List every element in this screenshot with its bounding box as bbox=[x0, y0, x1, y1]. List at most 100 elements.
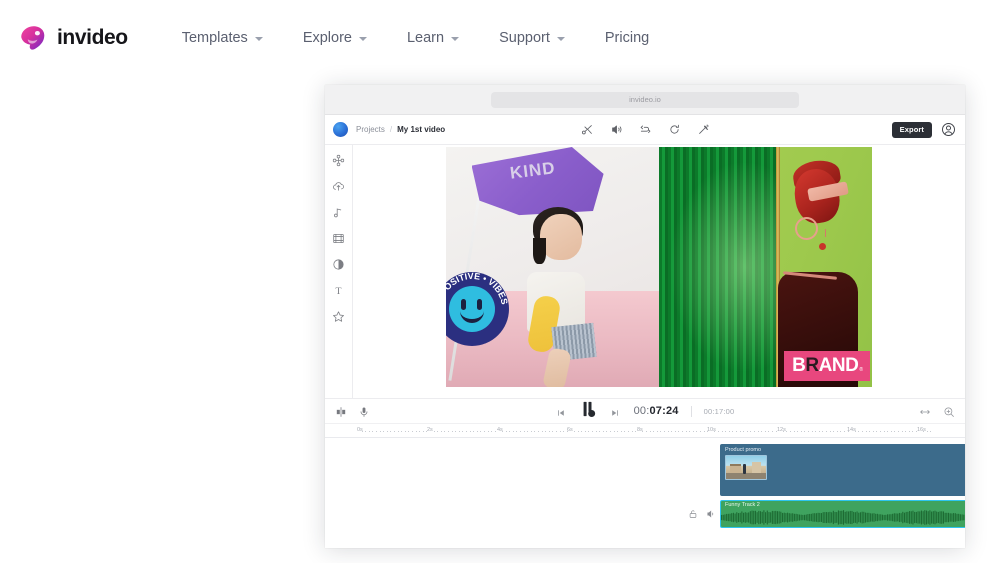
ruler-minor-tick bbox=[908, 431, 910, 432]
chevron-down-icon bbox=[451, 37, 460, 41]
ruler-minor-tick bbox=[782, 431, 784, 432]
ruler-minor-tick bbox=[480, 431, 482, 432]
ruler-minor-tick bbox=[660, 431, 662, 432]
ruler-minor-tick bbox=[584, 431, 586, 432]
ruler-minor-tick bbox=[750, 431, 752, 432]
ruler-minor-tick bbox=[505, 431, 507, 432]
timeline-ruler[interactable]: 0s 2s 4s 6s 8s 10s 12s 14s 16s bbox=[325, 424, 965, 438]
text-icon[interactable]: T bbox=[332, 284, 345, 297]
ruler-minor-tick bbox=[574, 431, 575, 432]
model-hair-side bbox=[533, 238, 547, 265]
audio-waveform bbox=[721, 510, 965, 525]
refresh-icon[interactable] bbox=[668, 123, 681, 136]
ruler-minor-tick bbox=[833, 431, 835, 432]
cloud-upload-icon[interactable] bbox=[332, 180, 345, 193]
ruler-tick-4: 8s bbox=[637, 427, 643, 433]
skip-previous-icon[interactable] bbox=[556, 405, 568, 417]
nav-item-support[interactable]: Support bbox=[479, 24, 585, 52]
browser-chrome: invideo.io bbox=[325, 85, 965, 115]
ruler-minor-tick bbox=[379, 431, 381, 432]
url-bar[interactable]: invideo.io bbox=[491, 91, 799, 108]
ruler-minor-tick bbox=[361, 431, 363, 432]
table-row[interactable]: Funny Track 2 bbox=[720, 500, 965, 528]
brand-logo[interactable]: invideo bbox=[18, 23, 128, 53]
cut-icon[interactable] bbox=[581, 123, 594, 136]
ruler-minor-tick bbox=[628, 431, 629, 432]
breadcrumb-separator: / bbox=[389, 125, 393, 134]
timeline-right-tools bbox=[919, 405, 955, 417]
ruler-tick-7: 14s bbox=[847, 427, 856, 433]
ruler-minor-tick bbox=[563, 431, 565, 432]
track-volume-icon[interactable] bbox=[706, 506, 716, 518]
redo-icon[interactable] bbox=[639, 123, 652, 136]
skip-next-icon[interactable] bbox=[610, 405, 622, 417]
ruler-minor-tick bbox=[822, 431, 824, 432]
voiceover-mic-icon[interactable] bbox=[358, 405, 370, 417]
ruler-minor-tick bbox=[696, 431, 698, 432]
primary-nav: Templates Explore Learn Support Pricing bbox=[162, 24, 669, 52]
ruler-minor-tick bbox=[646, 431, 647, 432]
editor-body: T KIND • POSITIVE • VIBES B R AND ® bbox=[325, 145, 965, 398]
ruler-tick-5: 10s bbox=[707, 427, 716, 433]
ruler-minor-tick bbox=[512, 431, 514, 432]
ruler-minor-tick bbox=[473, 431, 475, 432]
ruler-minor-tick bbox=[880, 431, 881, 432]
ruler-minor-tick bbox=[671, 431, 673, 432]
thumb-road bbox=[726, 473, 766, 479]
transitions-icon[interactable] bbox=[332, 258, 345, 271]
video-clip-label: Product promo bbox=[725, 447, 762, 453]
ruler-minor-tick bbox=[901, 431, 903, 432]
ruler-minor-tick bbox=[523, 431, 525, 432]
ruler-minor-tick bbox=[790, 431, 791, 432]
ruler-minor-tick bbox=[376, 431, 377, 432]
export-button[interactable]: Export bbox=[891, 121, 932, 138]
table-row[interactable]: Product promo bbox=[720, 444, 965, 496]
ruler-tick-8: 16s bbox=[917, 427, 926, 433]
ruler-minor-tick bbox=[426, 431, 428, 432]
video-preview-canvas[interactable]: KIND • POSITIVE • VIBES B R AND ® bbox=[446, 147, 872, 387]
ruler-minor-tick bbox=[577, 431, 579, 432]
music-icon[interactable] bbox=[332, 206, 345, 219]
ruler-minor-tick bbox=[718, 431, 719, 432]
ruler-minor-tick bbox=[642, 431, 644, 432]
ruler-minor-tick bbox=[476, 431, 478, 432]
app-logo-icon[interactable] bbox=[333, 122, 348, 137]
nav-item-pricing[interactable]: Pricing bbox=[585, 24, 669, 52]
preview-stage: KIND • POSITIVE • VIBES B R AND ® bbox=[353, 145, 965, 398]
ruler-minor-tick bbox=[556, 431, 557, 432]
ruler-minor-tick bbox=[649, 431, 651, 432]
ruler-minor-tick bbox=[836, 431, 838, 432]
media-icon[interactable] bbox=[332, 232, 345, 245]
volume-icon[interactable] bbox=[610, 123, 623, 136]
ruler-minor-tick bbox=[844, 431, 845, 432]
unlock-icon[interactable] bbox=[688, 506, 698, 518]
ruler-minor-tick bbox=[491, 431, 493, 432]
ruler-minor-tick bbox=[552, 431, 554, 432]
split-icon[interactable] bbox=[335, 405, 347, 417]
ruler-minor-tick bbox=[365, 431, 367, 432]
templates-icon[interactable] bbox=[332, 154, 345, 167]
nav-item-explore[interactable]: Explore bbox=[283, 24, 387, 52]
brand-letter-2: R bbox=[805, 355, 819, 376]
pause-icon[interactable] bbox=[579, 399, 599, 424]
ruler-minor-tick bbox=[534, 431, 536, 432]
ruler-minor-tick bbox=[422, 431, 424, 432]
video-clip-thumbnail bbox=[725, 455, 767, 480]
breadcrumb-current-project[interactable]: My 1st video bbox=[397, 125, 445, 134]
ruler-minor-tick bbox=[685, 431, 687, 432]
fit-to-width-icon[interactable] bbox=[919, 405, 931, 417]
account-icon[interactable] bbox=[941, 122, 956, 137]
audio-clip-label: Funny Track 2 bbox=[725, 502, 760, 508]
breadcrumb-projects[interactable]: Projects bbox=[356, 125, 385, 134]
ruler-minor-tick bbox=[826, 431, 827, 432]
nav-item-templates[interactable]: Templates bbox=[162, 24, 283, 52]
ruler-minor-tick bbox=[545, 431, 547, 432]
ruler-minor-tick bbox=[912, 431, 914, 432]
badge-ring-text: • POSITIVE • VIBES bbox=[446, 272, 509, 305]
ruler-minor-tick bbox=[930, 431, 932, 432]
effects-star-icon[interactable] bbox=[332, 310, 345, 323]
zoom-in-icon[interactable] bbox=[943, 405, 955, 417]
magic-wand-icon[interactable] bbox=[697, 123, 710, 136]
nav-item-learn[interactable]: Learn bbox=[387, 24, 479, 52]
earring-line bbox=[825, 228, 827, 237]
